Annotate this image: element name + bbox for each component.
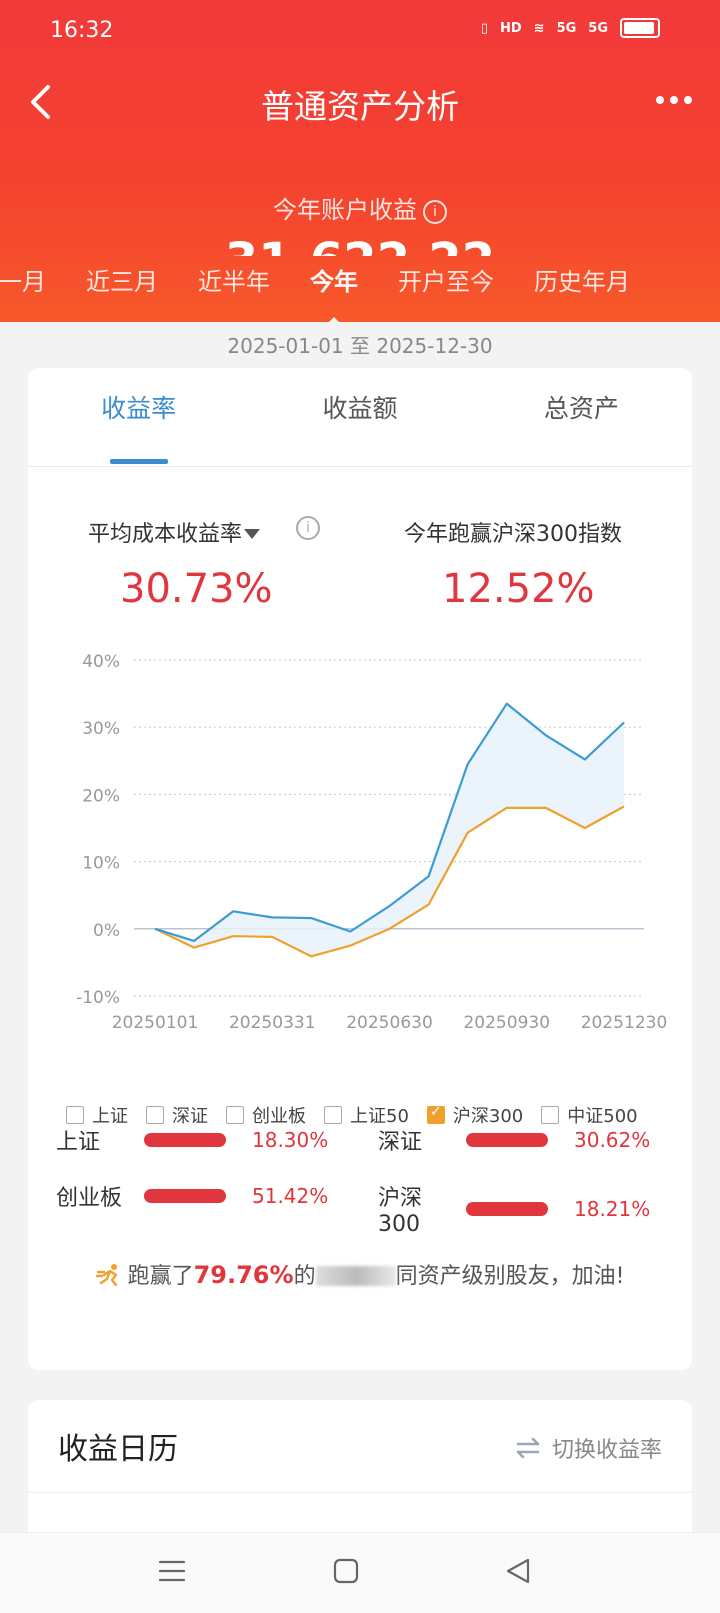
header: 16:32 ▯ HD ≋ 5G 5G 普通资产分析 今年账户收益i 31,622… — [0, 0, 720, 322]
checkbox-icon — [66, 1106, 84, 1124]
more-icon[interactable] — [656, 96, 692, 104]
checkbox-icon — [226, 1106, 244, 1124]
calendar-content — [28, 1493, 692, 1533]
avg-cost-return-label: 平均成本收益率 — [88, 522, 243, 547]
tab-three-months[interactable]: 近三月 — [66, 262, 178, 297]
index-row-sh: 上证 18.30% — [56, 1124, 332, 1156]
info-icon[interactable]: i — [423, 200, 447, 224]
swap-icon — [516, 1437, 540, 1459]
account-income-amount: 31,622.22 — [0, 236, 720, 256]
checkbox-checked-icon — [426, 1104, 445, 1124]
tab-one-month[interactable]: 一月 — [0, 262, 66, 297]
index-value: 18.30% — [252, 1128, 329, 1152]
checkbox-icon — [324, 1106, 342, 1124]
tab-half-year[interactable]: 近半年 — [178, 262, 290, 297]
account-return-line — [154, 702, 625, 942]
account-income-text: 今年账户收益 — [273, 196, 417, 224]
caret-down-icon — [244, 529, 261, 539]
battery-icon — [620, 18, 660, 38]
avg-cost-return-value: 30.73% — [120, 566, 273, 612]
x-tick-label: 20251230 — [581, 1013, 668, 1033]
checkbox-icon — [146, 1106, 164, 1124]
x-tick-label: 20250331 — [229, 1013, 316, 1033]
index-name: 深证 — [378, 1130, 423, 1155]
status-time: 16:32 — [50, 18, 114, 43]
index-name: 上证 — [56, 1130, 101, 1155]
beat-prefix: 跑赢了 — [127, 1264, 194, 1289]
return-chart[interactable]: 40% 30% 20% 10% 0% -10% 20250101 20250331 202506… — [28, 648, 692, 1040]
index-row-cyb: 创业板 51.42% — [56, 1180, 332, 1212]
beat-suffix: 同资产级别股友，加油! — [395, 1264, 625, 1289]
switch-return-label: 切换收益率 — [551, 1438, 662, 1463]
tab-return-amount[interactable]: 收益额 — [249, 368, 470, 466]
beat-summary: 跑赢了79.76%的 同资产级别股友，加油! — [28, 1258, 692, 1290]
x-tick-label: 20250630 — [346, 1013, 433, 1033]
y-tick-label: -10% — [76, 988, 120, 1008]
signal-icon-2: 5G — [588, 20, 608, 36]
y-tick-label: 10% — [82, 854, 120, 874]
index-row-hs300: 沪深300 18.21% — [378, 1180, 654, 1237]
index-bar — [144, 1189, 226, 1203]
index-row-sz: 深证 30.62% — [378, 1124, 654, 1156]
y-tick-label: 40% — [82, 652, 120, 672]
redacted-text — [315, 1266, 396, 1286]
vibrate-icon: ▯ — [480, 20, 488, 36]
index-bar — [466, 1133, 548, 1147]
menu-icon[interactable] — [158, 1557, 186, 1585]
analysis-card: 收益率 收益额 总资产 平均成本收益率 i 30.73% 今年跑赢沪深300指数… — [28, 368, 692, 1370]
runner-icon — [95, 1264, 117, 1287]
tab-history[interactable]: 历史年月 — [514, 262, 650, 297]
index-bar — [144, 1133, 226, 1147]
x-tick-label: 20250101 — [112, 1013, 199, 1033]
avg-cost-return-selector[interactable]: 平均成本收益率 — [88, 516, 261, 548]
info-icon[interactable]: i — [296, 516, 320, 540]
metric-tabs: 收益率 收益额 总资产 — [28, 368, 692, 467]
index-name: 创业板 — [56, 1186, 123, 1211]
income-calendar-card: 收益日历 切换收益率 — [28, 1400, 692, 1496]
tab-total-assets[interactable]: 总资产 — [471, 368, 692, 466]
index-bar — [466, 1201, 548, 1216]
tab-return-rate[interactable]: 收益率 — [28, 368, 249, 466]
y-tick-label: 20% — [82, 786, 120, 806]
period-tabs: 一月 近三月 近半年 今年 开户至今 历史年月 — [0, 262, 650, 322]
x-tick-label: 20250930 — [463, 1013, 550, 1033]
beat-index-value: 12.52% — [442, 566, 595, 612]
switch-return-button[interactable]: 切换收益率 — [514, 1432, 662, 1464]
calendar-title: 收益日历 — [58, 1432, 178, 1467]
tab-since-open[interactable]: 开户至今 — [378, 262, 514, 297]
index-name: 沪深300 — [378, 1186, 423, 1237]
account-income-label: 今年账户收益 i — [0, 190, 720, 225]
page-title: 普通资产分析 — [261, 87, 459, 126]
wifi-icon: ≋ — [533, 20, 545, 36]
status-icons: ▯ HD ≋ 5G 5G — [481, 18, 660, 38]
beat-index-label: 今年跑赢沪深300指数 — [404, 522, 622, 547]
date-range: 2025-01-01 至 2025-12-30 — [227, 334, 493, 358]
back-nav-icon[interactable] — [504, 1557, 532, 1585]
y-tick-label: 30% — [82, 719, 120, 739]
beat-percent: 79.76% — [193, 1261, 294, 1289]
home-icon[interactable] — [332, 1557, 360, 1585]
tab-this-year[interactable]: 今年 — [290, 262, 378, 322]
hd-icon: HD — [499, 20, 522, 36]
beat-mid: 的 — [293, 1264, 316, 1289]
index-value: 18.21% — [574, 1196, 651, 1221]
signal-icon-1: 5G — [556, 20, 577, 36]
index-value: 51.42% — [252, 1184, 329, 1208]
index-value: 30.62% — [574, 1128, 651, 1152]
y-tick-label: 0% — [93, 921, 120, 941]
checkbox-icon — [541, 1106, 560, 1124]
system-nav-bar — [0, 1532, 720, 1613]
